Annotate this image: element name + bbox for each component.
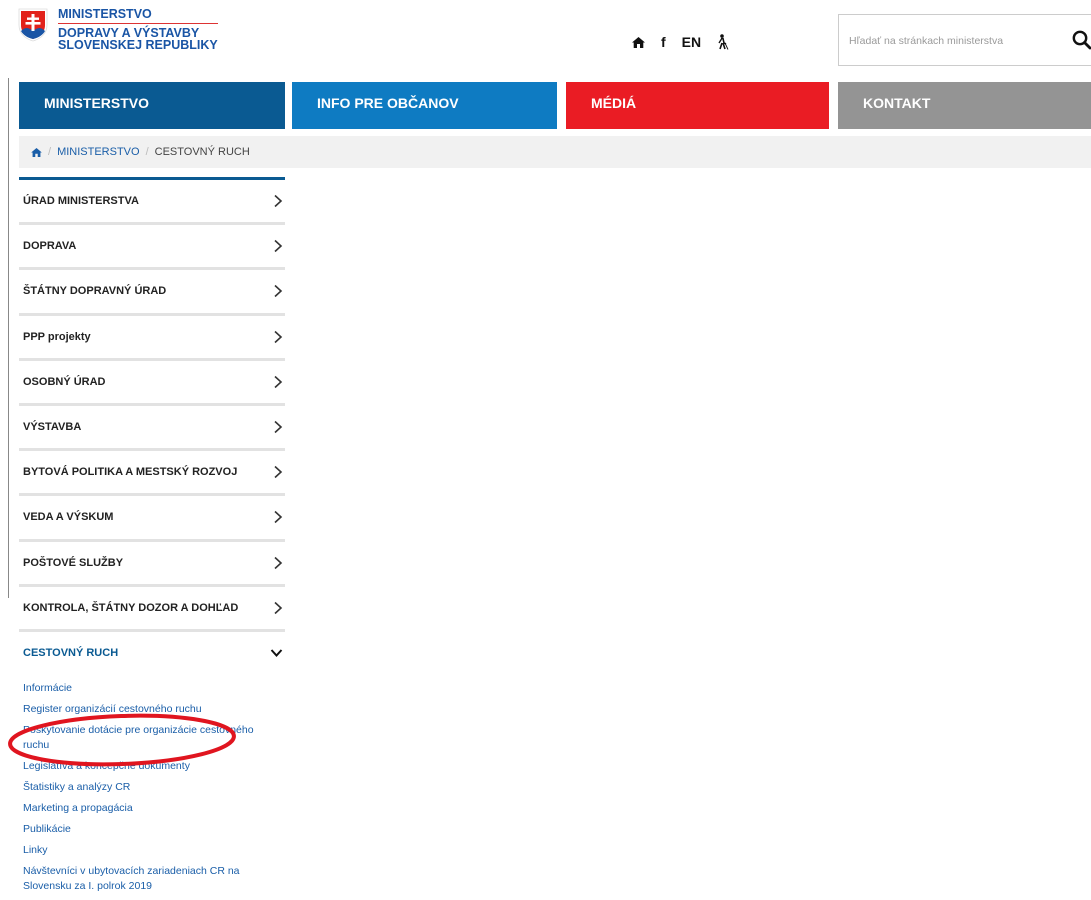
home-icon [632,36,645,48]
site-header: MINISTERSTVO DOPRAVY A VÝSTAVBY SLOVENSK… [0,0,1091,78]
nav-kontakt[interactable]: KONTAKT [838,82,1091,129]
breadcrumb: / MINISTERSTVO / CESTOVNÝ RUCH [19,136,1091,168]
chevron-right-icon [274,466,283,479]
chevron-right-icon [274,285,283,298]
sidebar-item-label: POŠTOVÉ SLUŽBY [23,556,124,569]
sidebar-item-label: KONTROLA, ŠTÁTNY DOZOR A DOHĽAD [23,601,239,614]
slovak-coat-of-arms-icon [18,8,48,42]
breadcrumb-separator: / [145,146,149,158]
nav-media[interactable]: MÉDIÁ [566,82,829,129]
sidebar-item-label: PPP projekty [23,330,91,343]
sidebar-item-veda-a-vyskum[interactable]: VEDA A VÝSKUM [19,493,285,538]
chevron-right-icon [274,195,283,208]
submenu-link-publikacie[interactable]: Publikácie [23,819,273,840]
language-switch-en[interactable]: EN [682,34,701,50]
sidebar-item-label: VÝSTAVBA [23,421,82,434]
sidebar-item-label: ÚRAD MINISTERSTVA [23,195,139,208]
submenu-link-legislativa[interactable]: Legislatíva a koncepčné dokumenty [23,756,273,777]
sidebar-item-label: DOPRAVA [23,240,77,253]
facebook-link[interactable]: f [661,34,666,50]
nav-ministerstvo[interactable]: MINISTERSTVO [19,82,285,129]
sidebar-item-label: ŠTÁTNY DOPRAVNÝ ÚRAD [23,285,167,298]
nav-info-pre-obcanov[interactable]: INFO PRE OBČANOV [292,82,557,129]
sidebar-item-postove-sluzby[interactable]: POŠTOVÉ SLUŽBY [19,538,285,584]
submenu-link-informacie[interactable]: Informácie [23,678,273,699]
home-link[interactable] [632,36,645,48]
logo-line-3: SLOVENSKEJ REPUBLIKY [58,38,218,52]
sidebar-item-label: BYTOVÁ POLITIKA A MESTSKÝ ROZVOJ [23,466,238,479]
sidebar-item-label: OSOBNÝ ÚRAD [23,375,106,388]
chevron-right-icon [274,556,283,569]
sidebar-item-kontrola[interactable]: KONTROLA, ŠTÁTNY DOZOR A DOHĽAD [19,583,285,629]
sidebar-item-label: CESTOVNÝ RUCH [23,646,119,659]
chevron-right-icon [274,240,283,253]
breadcrumb-ministerstvo[interactable]: MINISTERSTVO [57,146,140,158]
sidebar-item-bytova-politika[interactable]: BYTOVÁ POLITIKA A MESTSKÝ ROZVOJ [19,448,285,493]
sidebar-item-osobny-urad[interactable]: OSOBNÝ ÚRAD [19,357,285,403]
chevron-right-icon [274,511,283,524]
utility-links: f EN [632,34,729,50]
submenu-link-register-organizacii[interactable]: Register organizácií cestovného ruchu [23,699,273,720]
breadcrumb-current: CESTOVNÝ RUCH [154,146,250,158]
ministry-logo[interactable]: MINISTERSTVO DOPRAVY A VÝSTAVBY SLOVENSK… [18,8,218,52]
chevron-right-icon [274,420,283,434]
sidebar-item-doprava[interactable]: DOPRAVA [19,222,285,267]
submenu-link-navstevnici[interactable]: Návštevníci v ubytovacích zariadeniach C… [23,861,273,897]
sidebar-item-label: VEDA A VÝSKUM [23,511,114,524]
submenu-link-linky[interactable]: Linky [23,840,273,861]
submenu-link-statistiky[interactable]: Štatistiky a analýzy CR [23,777,273,798]
sidebar-item-urad-ministerstva[interactable]: ÚRAD MINISTERSTVA [19,177,285,222]
sidebar-item-ppp-projekty[interactable]: PPP projekty [19,312,285,358]
sidebar-item-cestovny-ruch[interactable]: CESTOVNÝ RUCH [19,628,285,674]
logo-line-1: MINISTERSTVO [58,8,218,24]
search-icon[interactable] [1071,29,1091,51]
search-input[interactable] [849,31,1049,51]
home-icon[interactable] [31,147,42,157]
submenu-link-poskytovanie-dotacie[interactable]: Poskytovanie dotácie pre organizácie ces… [23,720,273,756]
sidebar-item-statny-dopravny-urad[interactable]: ŠTÁTNY DOPRAVNÝ ÚRAD [19,267,285,312]
sidebar-item-vystavba[interactable]: VÝSTAVBA [19,402,285,448]
page-edge-line [8,78,9,598]
chevron-down-icon [270,649,283,657]
chevron-right-icon [274,330,283,343]
search-box [838,14,1091,66]
sidebar-menu: ÚRAD MINISTERSTVA DOPRAVA ŠTÁTNY DOPRAVN… [19,177,285,897]
blind-person-icon [718,34,729,50]
cestovny-ruch-submenu: Informácie Register organizácií cestovné… [19,674,285,897]
submenu-link-marketing[interactable]: Marketing a propagácia [23,798,273,819]
chevron-right-icon [274,375,283,388]
accessibility-link[interactable] [717,34,729,50]
chevron-right-icon [274,601,283,614]
breadcrumb-separator: / [48,146,52,158]
